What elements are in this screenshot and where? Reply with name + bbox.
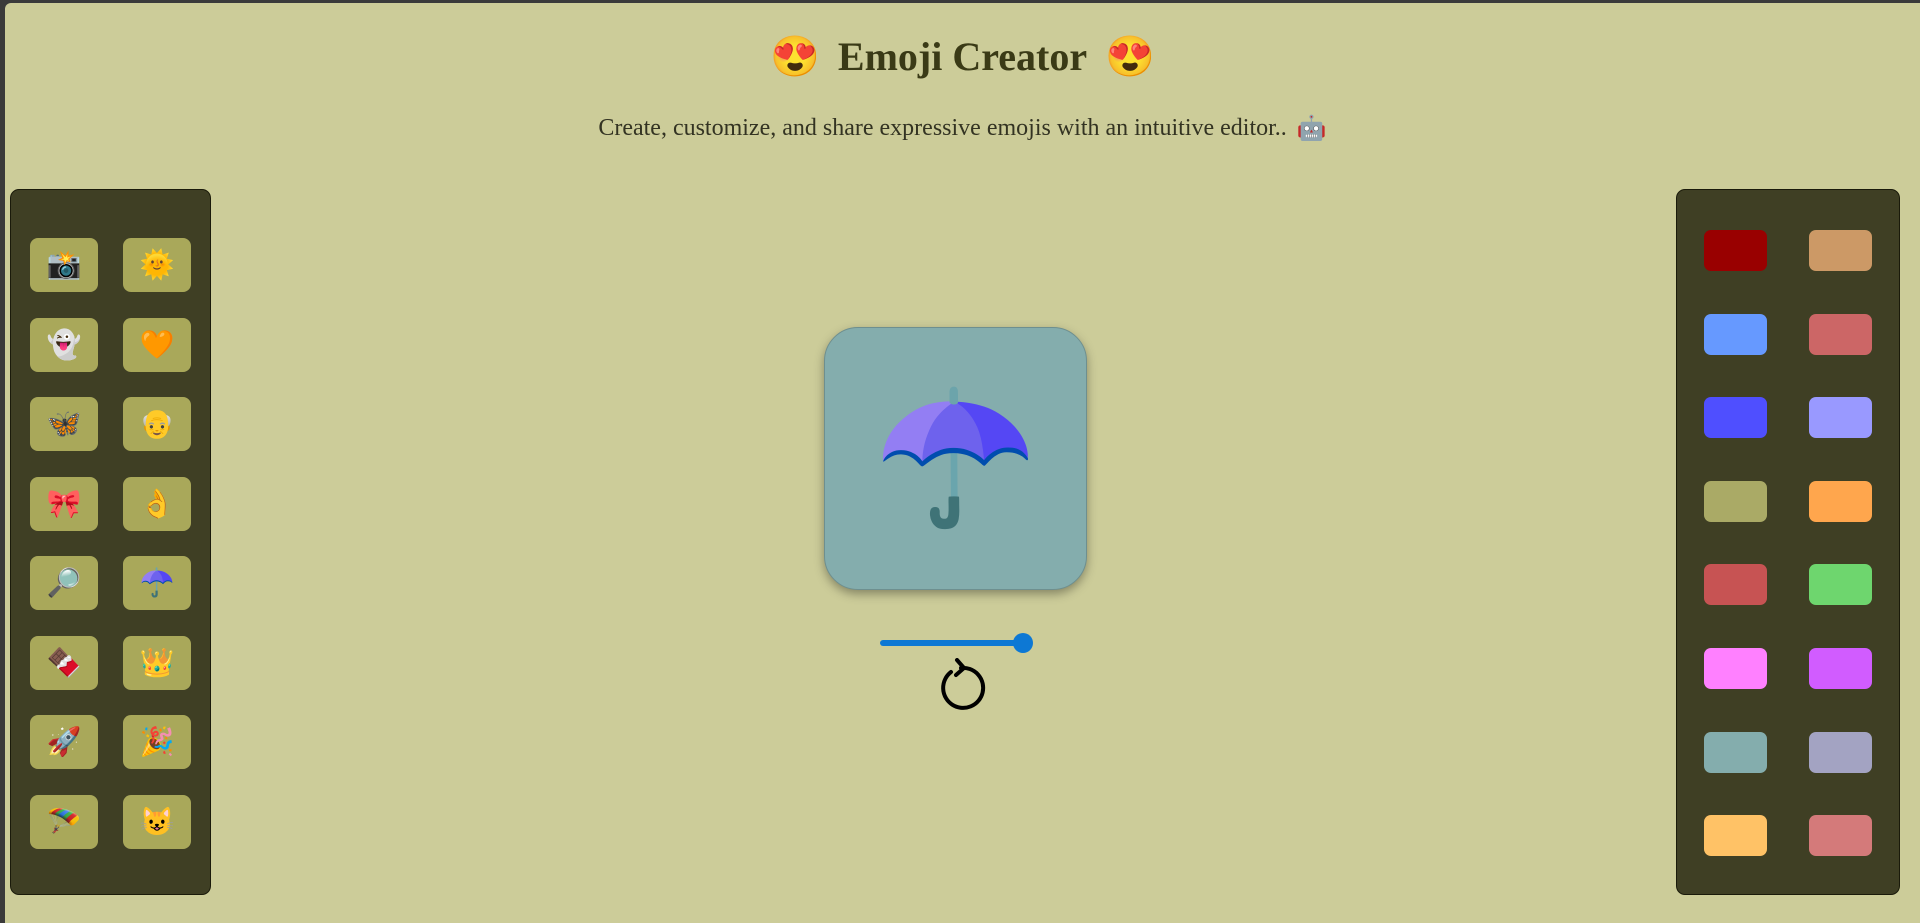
emoji-button-rocket[interactable]: 🚀 [30,715,98,769]
color-swatch[interactable] [1704,397,1767,439]
chocolate-bar-icon: 🍫 [46,647,82,679]
crown-icon: 👑 [139,647,175,679]
emoji-button-party-popper[interactable]: 🎉 [123,715,191,769]
emoji-palette-panel: 📸 🌞 👻 🧡 🦋 👴 🎀 👌 🔎 ☂️ 🍫 👑 🚀 🎉 🪂 😺 [10,189,211,895]
butterfly-icon: 🦋 [46,409,82,440]
color-swatch[interactable] [1809,480,1872,522]
emoji-button-parachute[interactable]: 🪂 [30,794,98,849]
size-slider-track[interactable] [880,640,1030,646]
ghost-icon: 👻 [46,329,82,361]
color-swatch[interactable] [1809,230,1872,271]
color-palette-panel [1676,189,1900,895]
emoji-button-smiling-cat[interactable]: 😺 [123,794,191,849]
color-swatch[interactable] [1809,397,1872,439]
title-emoji-left: 😍 [770,34,820,79]
current-emoji: ☂️ [873,384,1038,532]
emoji-button-old-man[interactable]: 👴 [123,397,191,451]
color-swatch[interactable] [1704,230,1767,271]
reset-button[interactable] [933,658,989,714]
emoji-button-magnifying-glass[interactable]: 🔎 [30,556,98,610]
title-text: Emoji Creator [837,34,1088,79]
rotate-ccw-icon [941,658,986,710]
subtitle-text: Create, customize, and share expressive … [598,115,1287,141]
color-swatch[interactable] [1809,564,1872,606]
magnifying-glass-icon: 🔎 [46,568,82,599]
size-slider[interactable] [878,633,1033,653]
color-swatch[interactable] [1809,815,1872,857]
emoji-button-ghost[interactable]: 👻 [30,317,98,372]
rocket-icon: 🚀 [46,727,82,758]
old-man-icon: 👴 [139,409,175,440]
camera-with-flash-icon: 📸 [46,250,82,281]
emoji-button-crown[interactable]: 👑 [123,635,191,690]
emoji-button-butterfly[interactable]: 🦋 [30,397,98,451]
smiling-cat-icon: 😺 [139,806,175,838]
emoji-button-ok-hand[interactable]: 👌 [123,476,191,531]
emoji-button-umbrella[interactable]: ☂️ [123,556,191,610]
color-swatch[interactable] [1704,648,1767,689]
color-swatch[interactable] [1704,564,1767,606]
party-popper-icon: 🎉 [139,727,175,758]
orange-heart-icon: 🧡 [139,329,175,361]
color-swatch[interactable] [1704,313,1767,355]
page-title: 😍 Emoji Creator 😍 [5,33,1920,80]
color-swatch[interactable] [1809,648,1872,689]
emoji-button-chocolate-bar[interactable]: 🍫 [30,635,98,690]
umbrella-icon: ☂️ [139,568,175,599]
parachute-icon: 🪂 [46,806,82,838]
smiling-sun-icon: 🌞 [139,250,175,281]
size-slider-thumb[interactable] [1013,633,1033,653]
title-emoji-right: 😍 [1105,34,1155,79]
emoji-button-camera-with-flash[interactable]: 📸 [30,238,98,292]
color-swatch[interactable] [1704,731,1767,773]
emoji-canvas: ☂️ [824,327,1087,590]
color-swatch[interactable] [1704,815,1767,857]
subtitle-emoji: 🤖 [1296,116,1327,142]
color-swatch[interactable] [1809,731,1872,773]
ribbon-icon: 🎀 [46,488,82,520]
color-swatch[interactable] [1809,313,1872,355]
page-subtitle: Create, customize, and share expressive … [5,114,1920,143]
emoji-button-smiling-sun[interactable]: 🌞 [123,238,191,292]
color-swatch[interactable] [1704,480,1767,522]
emoji-button-orange-heart[interactable]: 🧡 [123,317,191,372]
emoji-button-ribbon[interactable]: 🎀 [30,476,98,531]
ok-hand-icon: 👌 [139,488,175,520]
